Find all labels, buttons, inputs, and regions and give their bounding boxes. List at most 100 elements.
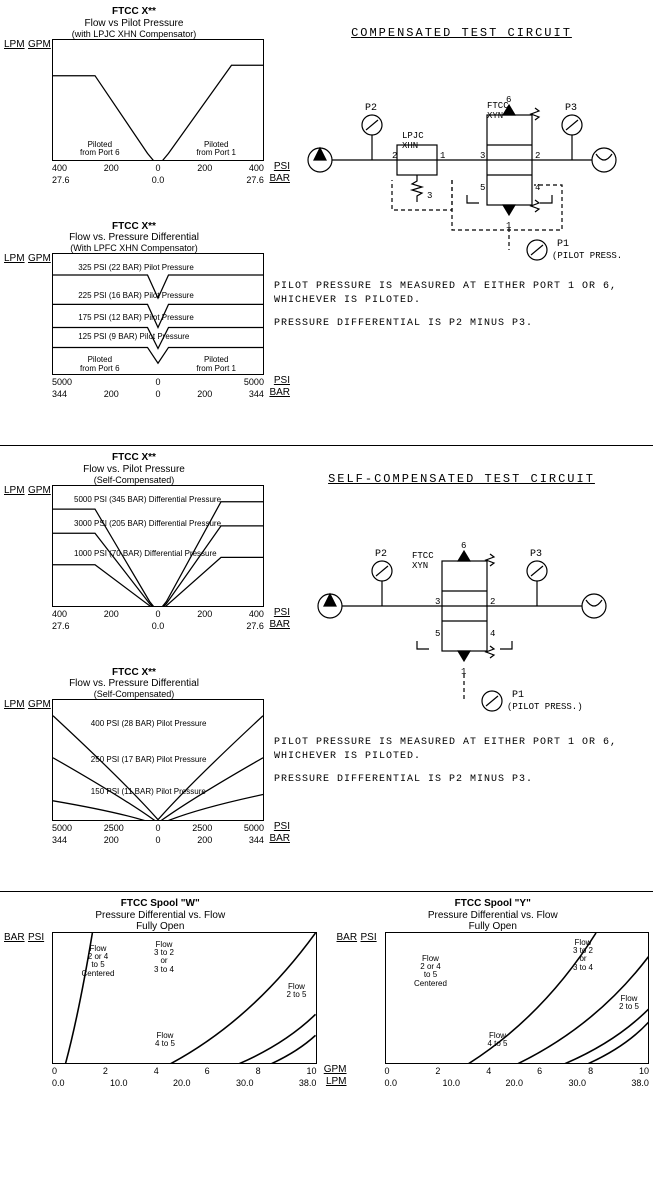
plot-area: 3810 308 6 204 102 00 Pilotedfrom Port 6… [52,39,264,161]
line-label: 1000 PSI (70 BAR) Differential Pressure [74,550,217,558]
chart-subtitle: Flow vs Pilot Pressure [4,18,264,29]
plot-area: 15040 30 10020 5010 00 400 PSI (28 BAR) … [52,699,264,821]
svg-text:5: 5 [480,183,485,193]
circuit-note-1: PILOT PRESSURE IS MEASURED AT EITHER POR… [274,736,649,763]
circuit-self: SELF-COMPENSATED TEST CIRCUIT P2 6 1 32 … [264,452,649,881]
line-label: 3000 PSI (205 BAR) Differential Pressure [74,520,221,528]
y1-label: LPM [4,253,25,264]
line-label: Flow3 to 2or3 to 4 [143,941,185,975]
svg-text:FTCC: FTCC [412,551,434,561]
line-label: Flow2 or 4to 5Centered [406,955,456,989]
section-compensated: FTCC X** Flow vs Pilot Pressure (with LP… [0,0,653,446]
line-label: 400 PSI (28 BAR) Pilot Pressure [91,720,207,728]
svg-text:P2: P2 [375,549,387,560]
y2-label: PSI [28,932,44,943]
svg-text:(PILOT PRESS.): (PILOT PRESS.) [507,702,583,712]
line-label: Flow2 or 4to 5Centered [73,945,123,979]
chart-note: Fully Open [337,921,650,932]
y1-label: LPM [4,485,25,496]
chart-title: FTCC Spool "Y" [337,898,650,910]
svg-text:6: 6 [461,541,466,551]
svg-text:XYN: XYN [487,111,503,121]
svg-text:P3: P3 [565,103,577,114]
line-label: Flow3 to 2or3 to 4 [562,939,604,973]
line-label: 125 PSI (9 BAR) Pilot Pressure [78,333,189,341]
svg-text:5: 5 [435,629,440,639]
circuit-title: SELF-COMPENSATED TEST CIRCUIT [274,472,649,486]
svg-text:P1: P1 [512,690,524,701]
chart-subtitle: Flow vs. Pressure Differential [4,678,264,689]
y2-label: GPM [28,485,51,496]
plot-area: 15040 30 10020 5010 00 5000 PSI (345 BAR… [52,485,264,607]
svg-text:1: 1 [440,151,445,161]
line-label: 250 PSI (17 BAR) Pilot Pressure [91,756,207,764]
chart-title: FTCC X** [4,452,264,464]
line-label: Flow2 to 5 [612,995,646,1012]
svg-text:2: 2 [392,151,397,161]
chart-column-1: FTCC X** Flow vs Pilot Pressure (with LP… [4,6,264,435]
x2-label: BAR [269,173,290,184]
x2-label: BAR [269,619,290,630]
annot-right: Pilotedfrom Port 1 [186,356,246,373]
chart-title: FTCC Spool "W" [4,898,317,910]
circuit-note-2: PRESSURE DIFFERENTIAL IS P2 MINUS P3. [274,773,649,787]
chart-title: FTCC X** [4,221,264,233]
chart-c4: FTCC X** Flow vs. Pressure Differential … [4,667,264,876]
line-label: Flow4 to 5 [148,1032,182,1049]
plot-area: 35500 30400 20300 200 10100 00 Flow2 or … [52,932,317,1064]
circuit-compensated: COMPENSATED TEST CIRCUIT P2 LPJCXHN 2 1 3… [264,6,649,435]
chart-c5: FTCC Spool "W" Pressure Differential vs.… [4,898,317,1118]
svg-text:P2: P2 [365,103,377,114]
y1-label: LPM [4,39,25,50]
line-label: Flow2 to 5 [280,983,314,1000]
annot-left: Pilotedfrom Port 6 [70,356,130,373]
circuit-note-1: PILOT PRESSURE IS MEASURED AT EITHER POR… [274,280,649,307]
y1-label: BAR [4,932,25,943]
chart-note: (with LPJC XHN Compensator) [4,29,264,39]
chart-c3: FTCC X** Flow vs. Pilot Pressure (Self-C… [4,452,264,661]
circuit-diagram-icon: P2 6 1 32 54 FTCCXYN P3 P1 (PILOT PRESS.… [312,496,612,726]
svg-text:P3: P3 [530,549,542,560]
chart-note: (With LPFC XHN Compensator) [4,243,264,253]
line-label: 325 PSI (22 BAR) Pilot Pressure [78,264,194,272]
line-label: 150 PSI (11 BAR) Pilot Pressure [91,788,206,796]
chart-subtitle: Flow vs. Pilot Pressure [4,464,264,475]
circuit-note-2: PRESSURE DIFFERENTIAL IS P2 MINUS P3. [274,317,649,331]
svg-text:3: 3 [435,597,440,607]
chart-note: (Self-Compensated) [4,475,264,485]
svg-text:XYN: XYN [412,561,428,571]
y1-label: LPM [4,699,25,710]
chart-subtitle: Pressure Differential vs. Flow [4,910,317,921]
line-label: 225 PSI (16 BAR) Pilot Pressure [78,292,194,300]
svg-text:XHN: XHN [402,141,418,151]
chart-column-2: FTCC X** Flow vs. Pilot Pressure (Self-C… [4,452,264,881]
chart-c1: FTCC X** Flow vs Pilot Pressure (with LP… [4,6,264,215]
x1-label: PSI [274,607,290,618]
svg-text:4: 4 [490,629,495,639]
section-spool-charts: FTCC Spool "W" Pressure Differential vs.… [0,892,653,1124]
svg-text:P1: P1 [557,239,569,250]
chart-subtitle: Flow vs. Pressure Differential [4,232,264,243]
svg-text:LPJC: LPJC [402,131,424,141]
line-label: Flow4 to 5 [481,1032,515,1049]
svg-text:2: 2 [490,597,495,607]
chart-subtitle: Pressure Differential vs. Flow [337,910,650,921]
line-label: 5000 PSI (345 BAR) Differential Pressure [74,496,221,504]
svg-text:3: 3 [480,151,485,161]
chart-title: FTCC X** [4,6,264,18]
x1-label: PSI [274,161,290,172]
circuit-diagram-icon: P2 LPJCXHN 21 3 6 1 32 54 FTCCXYN P3 [302,50,622,270]
chart-note: Fully Open [4,921,317,932]
chart-title: FTCC X** [4,667,264,679]
annot-left: Pilotedfrom Port 6 [70,141,130,158]
chart-c6: FTCC Spool "Y" Pressure Differential vs.… [337,898,650,1118]
x2-label: BAR [269,833,290,844]
y2-label: GPM [28,699,51,710]
plot-area: 35500 30400 20300 200 10100 00 Flow2 or … [385,932,650,1064]
x2-label: BAR [269,387,290,398]
circuit-title: COMPENSATED TEST CIRCUIT [274,26,649,40]
svg-text:FTCC: FTCC [487,101,509,111]
annot-right: Pilotedfrom Port 1 [186,141,246,158]
svg-text:(PILOT PRESS.): (PILOT PRESS.) [552,251,622,261]
y2-label: GPM [28,39,51,50]
